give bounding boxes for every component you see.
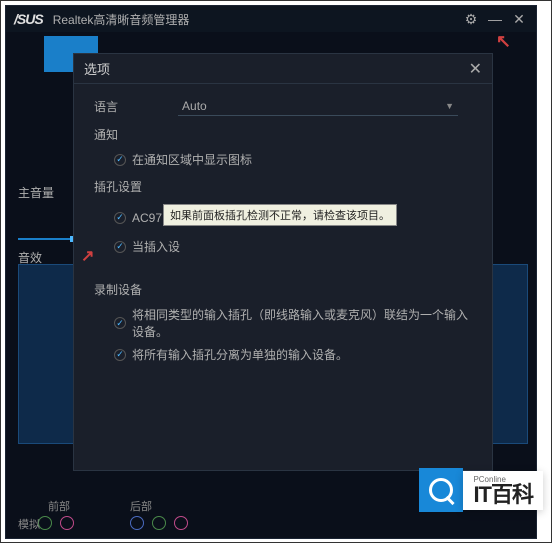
- app-title: Realtek高清晰音频管理器: [53, 11, 190, 28]
- checkbox-label: 将所有输入插孔分离为单独的输入设备。: [132, 346, 348, 363]
- options-dialog: 选项 ✕ 语言 Auto 通知 在通知区域中显示图标 插孔设置 AC97 前面板…: [73, 53, 493, 471]
- notify-tray-checkbox[interactable]: 在通知区域中显示图标: [114, 151, 472, 168]
- watermark-logo-icon: [419, 468, 463, 512]
- checkbox-icon: [114, 241, 126, 253]
- jack-green-icon[interactable]: [38, 516, 52, 530]
- annotation-arrow-icon: [496, 31, 511, 52]
- checkbox-icon: [114, 212, 126, 224]
- notify-section-label: 通知: [94, 126, 472, 143]
- asus-logo: /SUS: [14, 11, 43, 27]
- watermark-text: IT百科: [473, 484, 533, 506]
- jack-section-label: 插孔设置: [94, 178, 472, 195]
- record-combine-checkbox[interactable]: 将相同类型的输入插孔（即线路输入或麦克风）联结为一个输入设备。: [114, 306, 472, 340]
- checkbox-label: 将相同类型的输入插孔（即线路输入或麦克风）联结为一个输入设备。: [132, 306, 472, 340]
- tooltip: 如果前面板插孔检测不正常，请检查该项目。: [163, 204, 397, 226]
- volume-slider[interactable]: [18, 238, 74, 240]
- checkbox-icon: [114, 349, 126, 361]
- jack-green-icon[interactable]: [152, 516, 166, 530]
- jack-pink-icon[interactable]: [60, 516, 74, 530]
- dialog-header: 选项 ✕: [74, 54, 492, 84]
- watermark: PConline IT百科: [419, 468, 543, 512]
- record-section-label: 录制设备: [94, 281, 472, 298]
- checkbox-icon: [114, 154, 126, 166]
- main-volume-label: 主音量: [18, 184, 54, 201]
- on-insert-checkbox[interactable]: 当插入设: [114, 238, 472, 255]
- dialog-title: 选项: [84, 59, 110, 78]
- close-icon[interactable]: ✕: [469, 59, 482, 79]
- checkbox-label: 当插入设: [132, 238, 180, 255]
- checkbox-icon: [114, 317, 126, 329]
- analog-label: 模拟: [18, 516, 40, 532]
- front-label: 前部: [48, 498, 70, 514]
- rear-label: 后部: [130, 498, 152, 514]
- annotation-arrow-icon: [81, 246, 94, 266]
- language-dropdown[interactable]: Auto: [178, 96, 458, 116]
- jack-blue-icon[interactable]: [130, 516, 144, 530]
- checkbox-label: 在通知区域中显示图标: [132, 151, 252, 168]
- language-value: Auto: [182, 99, 207, 113]
- record-separate-checkbox[interactable]: 将所有输入插孔分离为单独的输入设备。: [114, 346, 472, 363]
- close-button[interactable]: ✕: [510, 10, 528, 28]
- settings-icon[interactable]: ⚙: [462, 10, 480, 28]
- minimize-button[interactable]: —: [486, 10, 504, 28]
- jack-pink-icon[interactable]: [174, 516, 188, 530]
- titlebar: /SUS Realtek高清晰音频管理器 ⚙ — ✕: [6, 6, 536, 32]
- language-label: 语言: [94, 98, 118, 115]
